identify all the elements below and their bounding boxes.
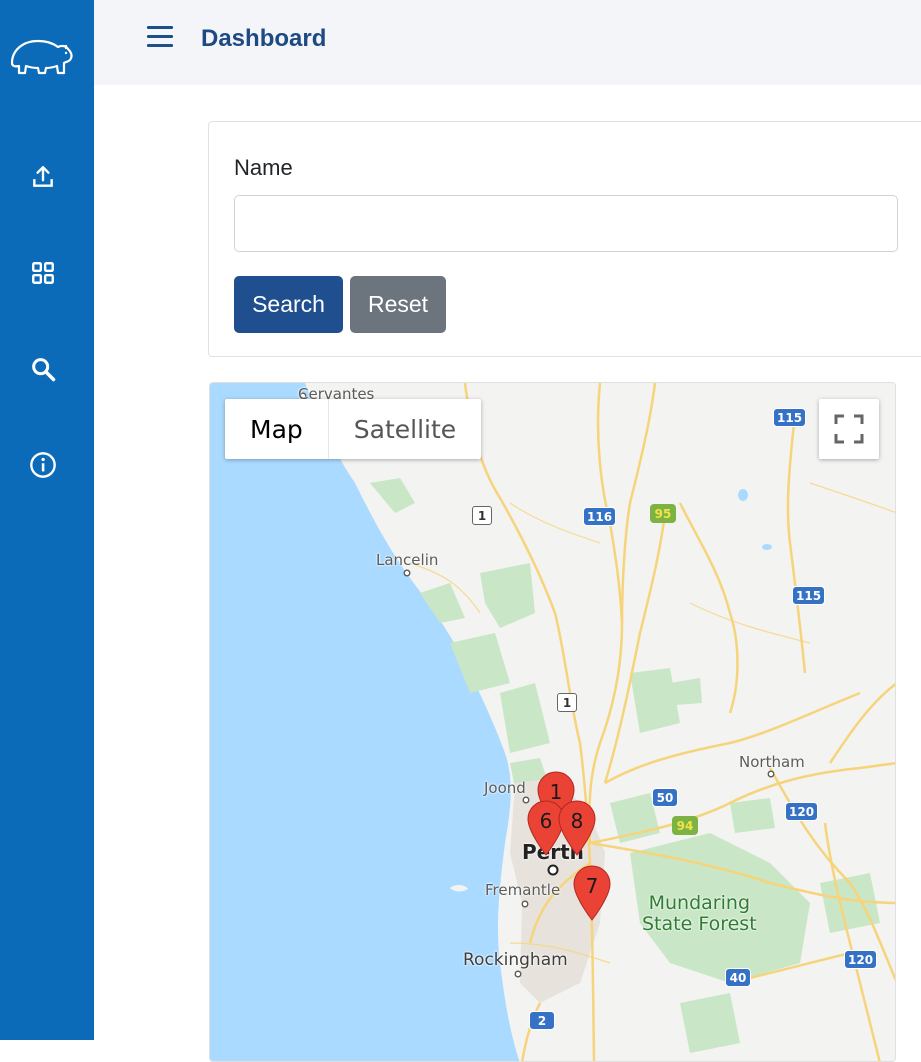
place-mundaring-state-forest: Mundaring State Forest xyxy=(642,892,757,935)
upload-icon[interactable] xyxy=(28,162,58,192)
name-label: Name xyxy=(234,155,293,180)
search-card: Name Search Reset xyxy=(208,121,921,357)
route-shield: 1 xyxy=(472,506,492,525)
route-shield: 40 xyxy=(725,968,751,987)
place-joondalup: Joond xyxy=(484,779,526,797)
route-shield: 120 xyxy=(785,802,819,821)
name-input[interactable] xyxy=(234,195,898,252)
map-type-map-button[interactable]: Map xyxy=(225,399,329,459)
search-button[interactable]: Search xyxy=(234,276,343,333)
info-icon[interactable] xyxy=(28,450,58,480)
route-shield: 94 xyxy=(672,816,698,835)
place-fremantle: Fremantle xyxy=(485,881,561,899)
reset-button[interactable]: Reset xyxy=(350,276,446,333)
sidebar xyxy=(0,0,94,1040)
route-shield: 116 xyxy=(583,507,617,526)
route-shield: 115 xyxy=(773,408,807,427)
route-shield: 95 xyxy=(650,504,676,523)
map-marker[interactable]: 7 xyxy=(573,865,611,921)
top-bar: Dashboard xyxy=(94,0,921,85)
bear-logo[interactable] xyxy=(8,33,76,79)
place-lancelin: Lancelin xyxy=(376,551,439,569)
map[interactable]: Cervantes Lancelin Northam Joond Perth F… xyxy=(209,382,896,1062)
route-shield: 120 xyxy=(844,950,878,969)
fullscreen-icon xyxy=(834,414,864,444)
route-shield: 115 xyxy=(792,586,826,605)
map-type-satellite-button[interactable]: Satellite xyxy=(329,399,481,459)
route-shield: 1 xyxy=(557,693,577,712)
place-northam: Northam xyxy=(739,753,805,771)
page-title: Dashboard xyxy=(201,25,327,52)
fullscreen-button[interactable] xyxy=(819,399,879,459)
route-shield: 50 xyxy=(652,788,678,807)
menu-icon[interactable] xyxy=(147,26,173,48)
map-type-control: Map Satellite xyxy=(225,399,482,459)
search-icon[interactable] xyxy=(28,354,58,384)
map-marker[interactable]: 8 xyxy=(558,800,596,856)
route-shield: 2 xyxy=(529,1011,555,1030)
place-rockingham: Rockingham xyxy=(463,950,568,970)
dashboard-grid-icon[interactable] xyxy=(28,258,58,288)
